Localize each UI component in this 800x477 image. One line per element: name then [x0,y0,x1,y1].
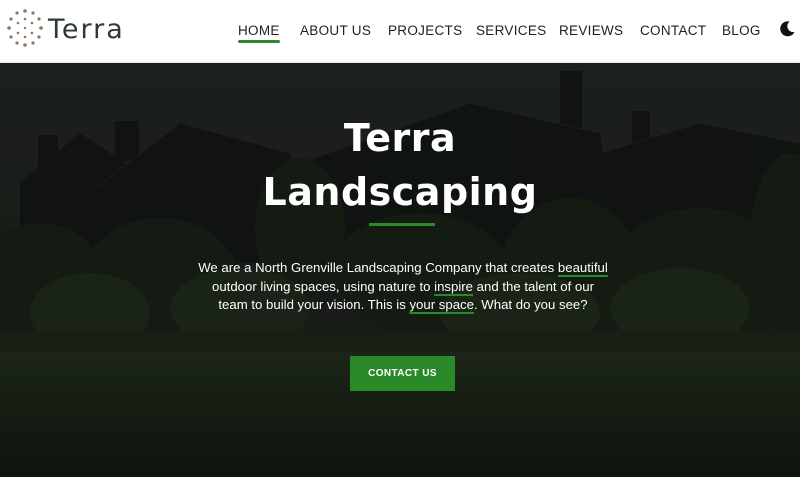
nav-services[interactable]: SERVICES [476,23,546,38]
hero-title-line-1: Terra [343,116,457,160]
hero-description: We are a North Grenville Landscaping Com… [196,259,610,315]
hero-text-part: We are a North Grenville Landscaping Com… [198,260,555,275]
hero-title-line-2: Landscaping [262,170,538,214]
nav-blog[interactable]: BLOG [722,23,761,38]
hero-title: Terra Landscaping [0,111,800,219]
highlight-your-space: your space [409,297,474,312]
hero-divider [369,223,435,226]
nav-projects[interactable]: PROJECTS [388,23,462,38]
highlight-beautiful: beautiful [557,260,608,275]
main-nav: HOME ABOUT US PROJECTS SERVICES REVIEWS … [0,0,800,63]
hero-text-part: outdoor living spaces, using nature to [212,278,435,294]
nav-about-us[interactable]: ABOUT US [300,23,371,38]
contact-us-button[interactable]: CONTACT US [350,356,455,391]
nav-reviews[interactable]: REVIEWS [559,23,623,38]
site-header: Terra HOME ABOUT US PROJECTS SERVICES RE… [0,0,800,63]
nav-contact[interactable]: CONTACT [640,23,706,38]
moon-icon[interactable] [778,20,796,38]
hero-text-part: . What do you see? [473,297,588,312]
highlight-inspire: inspire [434,278,473,294]
hero-section: Terra Landscaping We are a North Grenvil… [0,63,800,477]
nav-home[interactable]: HOME [238,23,280,43]
